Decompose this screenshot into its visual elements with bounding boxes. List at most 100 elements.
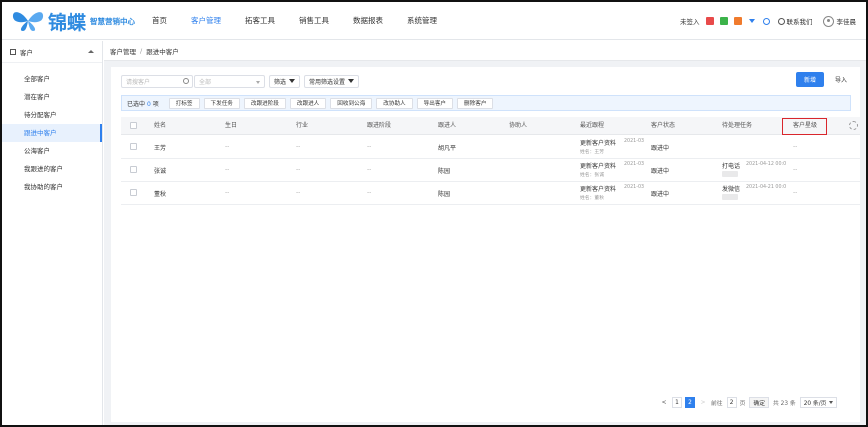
top-right-tools: 未签入 联系我们 李佳晨 xyxy=(680,2,856,40)
batch-action-button[interactable]: 改协助人 xyxy=(376,97,413,109)
sidebar: 客户 全部客户 潜在客户 待分配客户 跟进中客户 公海客户 我跟进的客户 我协助的客户 xyxy=(2,41,103,425)
nav-system-management[interactable]: 系统管理 xyxy=(407,2,437,40)
scope-select-value: 全部 xyxy=(199,78,212,86)
row-checkbox[interactable] xyxy=(130,189,137,196)
column-birthday[interactable]: 生日 xyxy=(225,117,237,135)
nav-data-reports[interactable]: 数据报表 xyxy=(353,2,383,40)
select-all-checkbox[interactable] xyxy=(130,122,137,129)
pagination: < 1 2 > 前往 2 页 确定 共 23 条 20 条/页 xyxy=(659,396,838,409)
orange-app-icon[interactable] xyxy=(733,17,742,25)
dropdown-arrow-icon[interactable] xyxy=(748,19,755,23)
contact-us-label: 联系我们 xyxy=(786,18,813,26)
stage-cell: -- xyxy=(367,166,372,173)
gear-icon[interactable] xyxy=(849,121,858,130)
table-row[interactable]: 张诚 -- -- -- 陈园 更新客户资料 2021-03 姓名：张诚 跟进中 打电话 2021-0… xyxy=(121,159,860,182)
column-name[interactable]: 姓名 xyxy=(154,117,166,135)
column-pending-task[interactable]: 待处理任务 xyxy=(722,117,752,135)
column-status[interactable]: 客户状态 xyxy=(651,117,675,135)
goto-page-input[interactable]: 2 xyxy=(726,397,737,408)
signin-status[interactable]: 未签入 xyxy=(680,16,700,26)
breadcrumb-separator: / xyxy=(140,46,143,55)
pending-task-cell[interactable]: 发微信 xyxy=(722,184,740,193)
sidebar-item[interactable]: 待分配客户 xyxy=(2,106,102,124)
table-header: 姓名 生日 行业 跟进阶段 跟进人 协助人 最近跟程 客户状态 待处理任务 客户… xyxy=(121,117,860,135)
sidebar-item[interactable]: 全部客户 xyxy=(2,70,102,88)
star-rating-cell: -- xyxy=(793,189,798,196)
pending-task-cell[interactable]: 打电话 xyxy=(722,161,740,170)
sidebar-item[interactable]: 潜在客户 xyxy=(2,88,102,106)
search-input[interactable]: 请搜客户 xyxy=(121,74,193,88)
page-size-select[interactable]: 20 条/页 xyxy=(799,397,838,408)
batch-action-button[interactable]: 下发任务 xyxy=(203,97,240,109)
search-icon[interactable] xyxy=(762,17,770,25)
sidebar-item[interactable]: 我协助的客户 xyxy=(2,178,102,196)
batch-action-bar: 已选中 0 项 打标签 下发任务 改跟进阶段 改跟进人 回收到公海 改协助人 导出客户 删除客… xyxy=(121,95,851,111)
recent-activity-cell: 更新客户资料 xyxy=(580,186,617,193)
main-area: 客户管理 / 跟进中客户 请搜客户 全部 筛选 常用筛选设置 新增 导入 已选中… xyxy=(104,41,866,425)
new-customer-button[interactable]: 新增 xyxy=(796,72,824,87)
redacted-text xyxy=(722,171,738,177)
page-1-button[interactable]: 1 xyxy=(672,397,682,408)
birthday-cell: -- xyxy=(225,143,230,150)
recent-activity-detail: 姓名：张诚 xyxy=(580,173,604,178)
avatar xyxy=(822,15,834,27)
nav-home[interactable]: 首页 xyxy=(152,2,167,40)
next-page-button[interactable]: > xyxy=(698,400,708,406)
import-button[interactable]: 导入 xyxy=(835,72,847,87)
sidebar-item[interactable]: 公海客户 xyxy=(2,142,102,160)
customer-name[interactable]: 董秋 xyxy=(154,189,166,198)
prev-page-button[interactable]: < xyxy=(659,400,669,406)
breadcrumb-root[interactable]: 客户管理 xyxy=(110,46,136,56)
column-stage[interactable]: 跟进阶段 xyxy=(367,117,391,135)
table-row[interactable]: 董秋 -- -- -- 陈园 更新客户资料 2021-03 姓名：董秋 跟进中 发微信 2021-0… xyxy=(121,182,860,205)
batch-action-button[interactable]: 改跟进阶段 xyxy=(243,97,286,109)
page-unit-label: 页 xyxy=(739,401,746,407)
red-app-icon[interactable] xyxy=(705,17,714,25)
batch-action-button[interactable]: 打标签 xyxy=(168,97,200,109)
contact-us-link[interactable]: 联系我们 xyxy=(777,16,813,26)
top-bar: 锦蝶 智慧营销中心 首页 客户管理 拓客工具 销售工具 数据报表 系统管理 未签… xyxy=(2,2,866,40)
goto-confirm-button[interactable]: 确定 xyxy=(749,397,770,408)
common-filter-settings-button[interactable]: 常用筛选设置 xyxy=(304,74,360,88)
selection-prefix: 已选中 xyxy=(127,100,146,108)
chevron-up-icon xyxy=(88,50,94,53)
row-checkbox[interactable] xyxy=(130,166,137,173)
funnel-icon xyxy=(289,79,296,83)
page-2-button[interactable]: 2 xyxy=(685,397,695,408)
stage-cell: -- xyxy=(367,189,372,196)
sidebar-item[interactable]: 跟进中客户 xyxy=(2,124,102,142)
row-checkbox[interactable] xyxy=(130,143,137,150)
customer-name[interactable]: 王芳 xyxy=(154,143,166,152)
batch-action-button[interactable]: 回收到公海 xyxy=(330,97,373,109)
star-rating-cell: -- xyxy=(793,166,798,173)
customer-name[interactable]: 张诚 xyxy=(154,166,166,175)
filter-button-label: 筛选 xyxy=(274,78,287,86)
green-app-icon[interactable] xyxy=(719,17,728,25)
filter-button[interactable]: 筛选 xyxy=(269,74,301,88)
app-frame: 锦蝶 智慧营销中心 首页 客户管理 拓客工具 销售工具 数据报表 系统管理 未签… xyxy=(0,0,868,427)
nav-prospecting-tools[interactable]: 拓客工具 xyxy=(245,2,275,40)
sidebar-group-customer[interactable]: 客户 xyxy=(2,41,102,63)
column-industry[interactable]: 行业 xyxy=(296,117,308,135)
pending-task-date: 2021-04-12 00:0 xyxy=(746,162,787,167)
batch-action-button[interactable]: 导出客户 xyxy=(416,97,454,109)
selection-count: 0 xyxy=(146,100,151,108)
nav-customer-management[interactable]: 客户管理 xyxy=(191,2,221,40)
user-menu[interactable]: 李佳晨 xyxy=(822,15,857,27)
column-owner[interactable]: 跟进人 xyxy=(438,117,456,135)
column-assistant[interactable]: 协助人 xyxy=(509,117,527,135)
scope-select[interactable]: 全部 xyxy=(194,74,265,88)
table-row[interactable]: 王芳 -- -- -- 胡凡平 更新客户资料 2021-03 姓名：王芳 跟进中 -- xyxy=(121,136,860,159)
column-recent-activity[interactable]: 最近跟程 xyxy=(580,117,604,135)
batch-action-button[interactable]: 改跟进人 xyxy=(289,97,327,109)
total-count: 共 23 条 xyxy=(773,401,796,407)
status-cell: 跟进中 xyxy=(651,168,670,175)
batch-action-button[interactable]: 删除客户 xyxy=(457,97,494,109)
username: 李佳晨 xyxy=(836,18,857,26)
brand-logo[interactable]: 锦蝶 智慧营销中心 xyxy=(10,8,135,34)
nav-sales-tools[interactable]: 销售工具 xyxy=(299,2,329,40)
birthday-cell: -- xyxy=(225,189,230,196)
breadcrumb-current: 跟进中客户 xyxy=(146,47,179,56)
sidebar-item[interactable]: 我跟进的客户 xyxy=(2,160,102,178)
star-rating-cell: -- xyxy=(793,143,798,150)
